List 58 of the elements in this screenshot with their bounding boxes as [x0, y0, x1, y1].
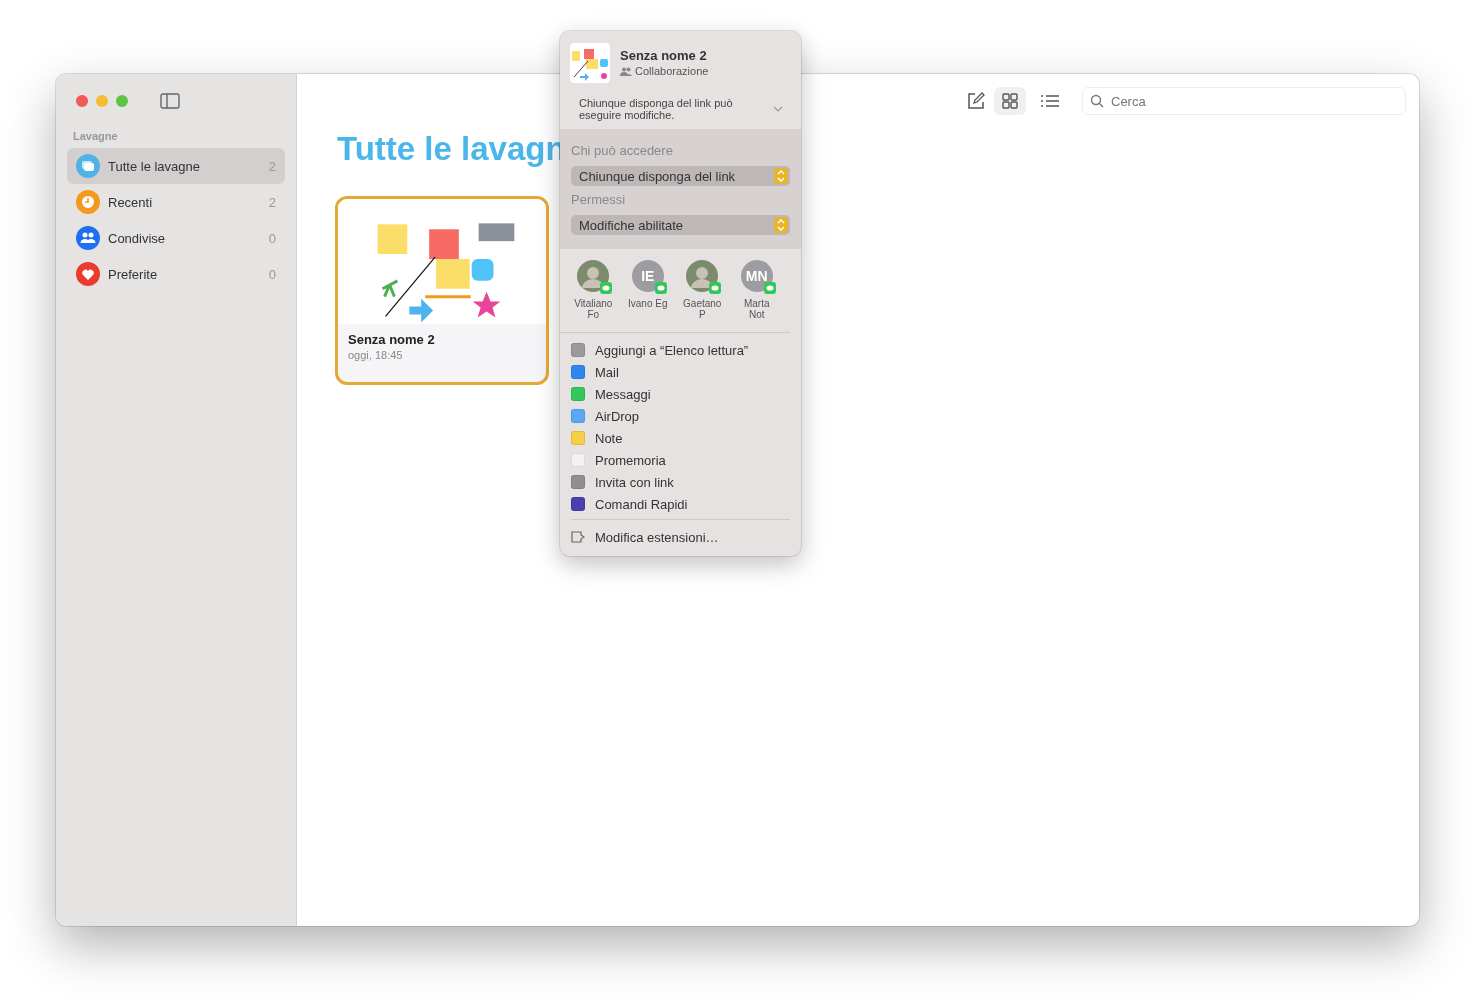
close-button[interactable]: [76, 95, 88, 107]
sidebar-item[interactable]: Tutte le lavagne 2: [67, 148, 285, 184]
whiteboard-thumbnail-drawing: [570, 43, 610, 83]
popover-subtitle: Collaborazione: [635, 65, 709, 77]
list-icon: [1040, 92, 1060, 110]
item-count: 0: [268, 230, 276, 246]
share-option[interactable]: AirDrop: [571, 405, 790, 427]
share-option[interactable]: Aggiungi a “Elenco lettura”: [571, 339, 790, 361]
contact-name: Ivano Eg: [628, 298, 668, 309]
board-card[interactable]: Senza nome 2 oggi, 18:45: [335, 196, 549, 385]
contact-button[interactable]: MN Marta Not: [729, 260, 784, 320]
sidebar-item[interactable]: Recenti 2: [67, 184, 285, 220]
share-option[interactable]: Mail: [571, 361, 790, 383]
contact-name: Marta: [743, 298, 770, 309]
sidebar-toggle-icon[interactable]: [160, 93, 180, 109]
permissions-dropdown[interactable]: Modifiche abilitate: [571, 215, 790, 235]
section-header: Lavagne: [73, 130, 119, 142]
share-option[interactable]: Invita con link: [571, 471, 790, 493]
grid-icon: [1001, 92, 1019, 110]
field-label: Chi può accedere: [571, 143, 674, 158]
item-count: 0: [268, 266, 276, 282]
avatar-initials: MN: [740, 260, 773, 292]
access-summary-toggle[interactable]: Chiunque disponga del link può eseguire modifiche.: [560, 89, 801, 129]
access-dropdown[interactable]: Chiunque disponga del link: [571, 166, 790, 186]
compose-icon[interactable]: [966, 91, 986, 111]
share-option[interactable]: Comandi Rapidi: [571, 493, 790, 515]
contact-name: Fo: [587, 309, 600, 320]
popover-title: Senza nome 2: [620, 48, 708, 63]
people-icon: [620, 66, 632, 76]
contact-name: Not: [748, 309, 765, 320]
share-option[interactable]: Promemoria: [571, 449, 790, 471]
stepper-icon: [774, 217, 788, 233]
contact-button[interactable]: Vitaliano Fo: [566, 260, 621, 320]
avatar-icon: [686, 260, 719, 292]
contact-name: P: [698, 309, 706, 320]
item-count: 2: [268, 158, 276, 174]
chevron-icon: [773, 106, 783, 112]
avatar-initials: IE: [631, 260, 664, 292]
item-count: 2: [268, 194, 276, 210]
share-option[interactable]: Messaggi: [571, 383, 790, 405]
message-badge-icon: [709, 282, 722, 294]
search-field[interactable]: Cerca: [1082, 87, 1406, 115]
extension-icon: [571, 531, 585, 543]
sidebar-item[interactable]: Condivise 0: [67, 220, 285, 256]
contact-button[interactable]: IE Ivano Eg: [620, 260, 675, 320]
contact-name: Vitaliano: [574, 298, 613, 309]
edit-extensions-option[interactable]: Modifica estensioni…: [571, 526, 790, 548]
message-badge-icon: [600, 282, 613, 294]
board-date: oggi, 18:45: [348, 349, 404, 361]
grid-view-button[interactable]: [994, 87, 1026, 115]
stepper-icon: [774, 168, 788, 184]
sidebar-item[interactable]: Preferite 0: [67, 256, 285, 292]
contact-name: Gaetano: [683, 298, 722, 309]
board-name: Senza nome 2: [348, 332, 436, 347]
contact-button[interactable]: Gaetano P: [675, 260, 730, 320]
share-option[interactable]: Note: [571, 427, 790, 449]
avatar-icon: [577, 260, 610, 292]
field-label: Permessi: [571, 192, 627, 207]
